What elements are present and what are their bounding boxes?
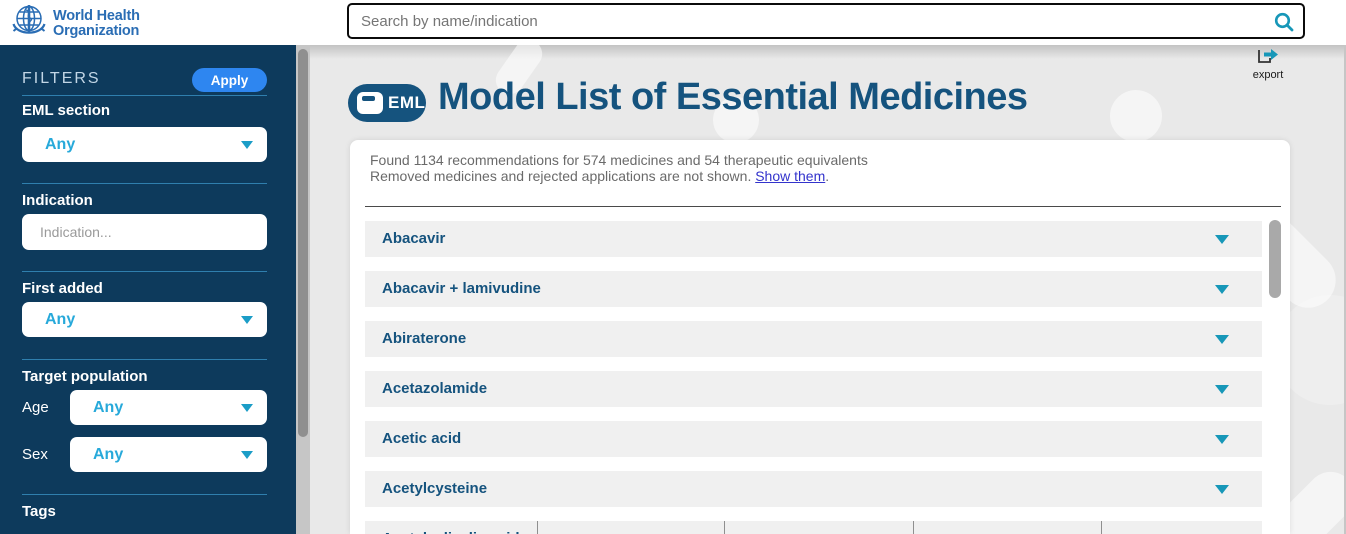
who-emblem-icon — [10, 2, 48, 42]
eml-book-icon — [357, 92, 383, 114]
medicine-row[interactable]: Acetic acid — [365, 421, 1262, 457]
results-summary: Found 1134 recommendations for 574 medic… — [370, 153, 868, 184]
chevron-down-icon — [241, 141, 253, 149]
who-logo-line1: World Health — [53, 9, 140, 24]
search-bar — [347, 3, 1305, 39]
export-icon — [1255, 45, 1281, 65]
medicine-row[interactable]: Acetylcysteine — [365, 471, 1262, 507]
medicine-row[interactable]: Acetylsalicylic acid — [365, 521, 1262, 534]
main-content: export EML Model List of Essential Medic… — [310, 45, 1346, 534]
age-select[interactable]: Any — [70, 390, 267, 425]
sidebar-scrollbar[interactable] — [298, 49, 308, 437]
eml-section-value: Any — [45, 127, 75, 162]
who-logo-text: World Health Organization — [53, 2, 140, 39]
filters-title: FILTERS — [22, 70, 101, 88]
chevron-down-icon — [1215, 435, 1229, 444]
search-input[interactable] — [349, 5, 1263, 37]
pill-watermark-icon — [1110, 90, 1162, 142]
medicine-list: Abacavir Abacavir + lamivudine Abiratero… — [365, 221, 1262, 521]
medicine-name: Abacavir + lamivudine — [382, 271, 541, 307]
first-added-select[interactable]: Any — [22, 302, 267, 337]
results-card: Found 1134 recommendations for 574 medic… — [350, 140, 1290, 534]
app-header: World Health Organization — [0, 0, 1346, 45]
divider — [22, 271, 267, 272]
chevron-down-icon — [241, 404, 253, 412]
medicine-name: Acetylsalicylic acid — [382, 521, 520, 534]
eml-section-select[interactable]: Any — [22, 127, 267, 162]
page-title: Model List of Essential Medicines — [438, 76, 1028, 119]
chevron-down-icon — [1215, 285, 1229, 294]
search-icon[interactable] — [1273, 11, 1295, 33]
chevron-down-icon — [1215, 485, 1229, 494]
medicine-name: Abacavir — [382, 221, 445, 257]
filters-sidebar: FILTERS Apply EML section Any Indication… — [0, 45, 296, 534]
indication-input[interactable] — [22, 214, 267, 250]
age-value: Any — [93, 390, 123, 425]
chevron-down-icon — [1215, 385, 1229, 394]
tags-label: Tags — [22, 503, 56, 520]
first-added-value: Any — [45, 302, 75, 337]
medicine-row[interactable]: Abiraterone — [365, 321, 1262, 357]
who-logo[interactable]: World Health Organization — [10, 2, 140, 42]
medicine-row[interactable]: Acetazolamide — [365, 371, 1262, 407]
age-label: Age — [22, 399, 49, 416]
chevron-down-icon — [241, 316, 253, 324]
eml-logo: EML — [348, 84, 426, 122]
chevron-down-icon — [241, 451, 253, 459]
sidebar-scrollbar-track[interactable] — [296, 45, 310, 534]
divider — [22, 359, 267, 360]
medicine-name: Abiraterone — [382, 321, 466, 357]
divider — [22, 95, 267, 96]
results-count-line: Found 1134 recommendations for 574 medic… — [370, 153, 868, 169]
medicine-name: Acetic acid — [382, 421, 461, 457]
chevron-down-icon — [1215, 335, 1229, 344]
medicine-name: Acetazolamide — [382, 371, 487, 407]
divider — [22, 494, 267, 495]
medicine-name: Acetylcysteine — [382, 471, 487, 507]
divider — [537, 521, 538, 534]
divider — [913, 521, 914, 534]
first-added-label: First added — [22, 280, 103, 297]
export-label: export — [1243, 69, 1293, 81]
show-them-link[interactable]: Show them — [755, 168, 825, 184]
export-button[interactable]: export — [1243, 45, 1293, 81]
indication-label: Indication — [22, 192, 93, 209]
eml-section-label: EML section — [22, 102, 110, 119]
sex-value: Any — [93, 437, 123, 472]
divider — [22, 183, 267, 184]
divider — [365, 206, 1281, 207]
apply-button[interactable]: Apply — [192, 68, 267, 92]
eml-app: { "colors": { "accent_teal": "#1797b8", … — [0, 0, 1346, 534]
medicine-row[interactable]: Abacavir — [365, 221, 1262, 257]
eml-logo-text: EML — [388, 93, 425, 113]
who-logo-line2: Organization — [53, 24, 140, 39]
target-population-label: Target population — [22, 368, 148, 385]
sex-label: Sex — [22, 446, 48, 463]
list-scrollbar[interactable] — [1269, 220, 1281, 298]
divider — [724, 521, 725, 534]
chevron-down-icon — [1215, 235, 1229, 244]
divider — [1101, 521, 1102, 534]
sex-select[interactable]: Any — [70, 437, 267, 472]
removed-note-line: Removed medicines and rejected applicati… — [370, 169, 868, 185]
medicine-row[interactable]: Abacavir + lamivudine — [365, 271, 1262, 307]
